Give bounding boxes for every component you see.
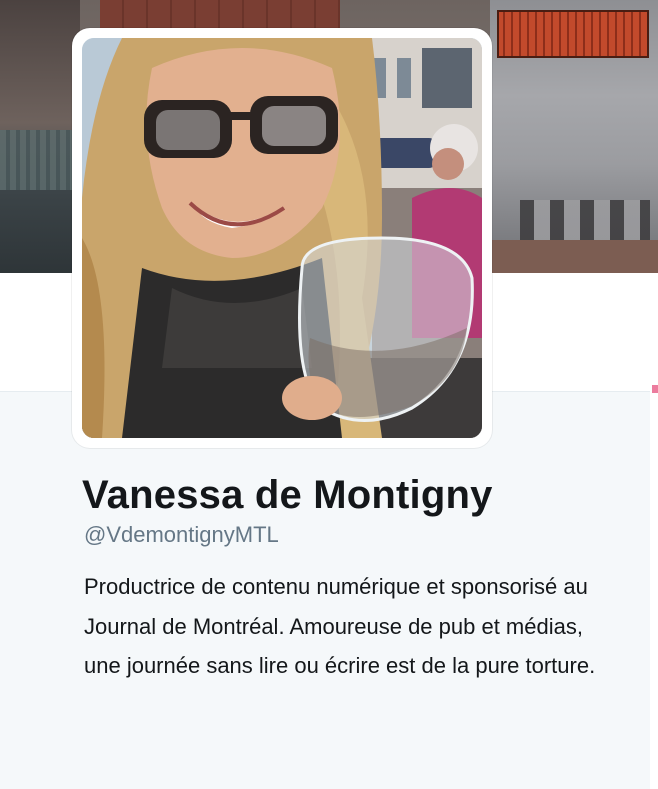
banner-roof (0, 130, 80, 190)
avatar-photo (82, 38, 482, 438)
accent-tick (652, 385, 658, 393)
right-edge (650, 391, 658, 788)
profile-handle[interactable]: @VdemontignyMTL (84, 520, 279, 550)
profile-avatar[interactable] (72, 28, 492, 448)
banner-storefront (490, 240, 658, 273)
banner-sign (497, 10, 649, 58)
avatar-photo-illustration (82, 38, 482, 438)
profile-name[interactable]: Vanessa de Montigny (82, 470, 493, 520)
profile-bio: Productrice de contenu numérique et spon… (84, 574, 596, 678)
